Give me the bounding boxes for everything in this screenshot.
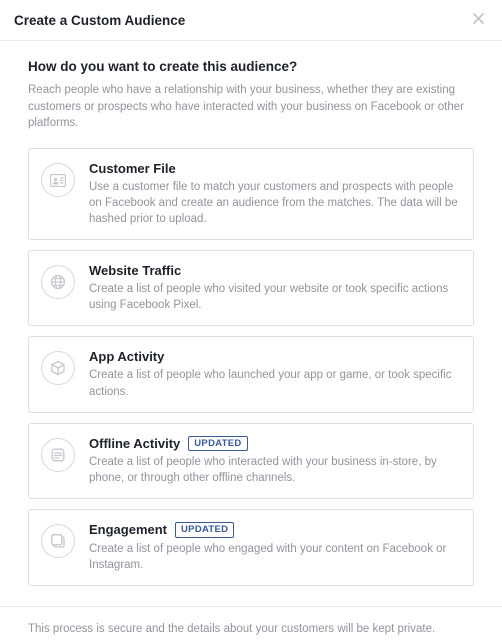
- option-engagement[interactable]: Engagement UPDATED Create a list of peop…: [28, 509, 474, 586]
- option-body: Offline Activity UPDATED Create a list o…: [89, 436, 459, 487]
- option-body: Customer File Use a customer file to mat…: [89, 161, 459, 227]
- option-desc: Create a list of people who launched you…: [89, 367, 459, 399]
- option-title-text: Engagement: [89, 522, 167, 537]
- question-subtext: Reach people who have a relationship wit…: [28, 82, 474, 132]
- globe-icon: [41, 265, 75, 299]
- option-desc: Use a customer file to match your custom…: [89, 179, 459, 227]
- package-icon: [41, 351, 75, 385]
- option-offline-activity[interactable]: Offline Activity UPDATED Create a list o…: [28, 423, 474, 500]
- option-body: Engagement UPDATED Create a list of peop…: [89, 522, 459, 573]
- privacy-text: This process is secure and the details a…: [28, 613, 474, 635]
- option-title-text: Customer File: [89, 161, 176, 176]
- option-desc: Create a list of people who interacted w…: [89, 454, 459, 486]
- option-desc: Create a list of people who visited your…: [89, 281, 459, 313]
- option-title-text: App Activity: [89, 349, 164, 364]
- close-button[interactable]: [469, 10, 488, 30]
- close-icon: [473, 11, 484, 28]
- option-title-text: Website Traffic: [89, 263, 181, 278]
- modal-footer: This process is secure and the details a…: [0, 606, 502, 641]
- option-customer-file[interactable]: Customer File Use a customer file to mat…: [28, 148, 474, 240]
- question-heading: How do you want to create this audience?: [28, 59, 474, 74]
- customer-file-icon: [41, 163, 75, 197]
- option-desc: Create a list of people who engaged with…: [89, 541, 459, 573]
- offline-icon: [41, 438, 75, 472]
- option-app-activity[interactable]: App Activity Create a list of people who…: [28, 336, 474, 412]
- modal-title: Create a Custom Audience: [14, 13, 185, 28]
- updated-badge: UPDATED: [188, 436, 247, 451]
- modal-content: How do you want to create this audience?…: [0, 41, 502, 606]
- option-body: App Activity Create a list of people who…: [89, 349, 459, 399]
- option-website-traffic[interactable]: Website Traffic Create a list of people …: [28, 250, 474, 326]
- option-title-text: Offline Activity: [89, 436, 180, 451]
- updated-badge: UPDATED: [175, 522, 234, 537]
- option-body: Website Traffic Create a list of people …: [89, 263, 459, 313]
- engagement-icon: [41, 524, 75, 558]
- modal-header: Create a Custom Audience: [0, 0, 502, 41]
